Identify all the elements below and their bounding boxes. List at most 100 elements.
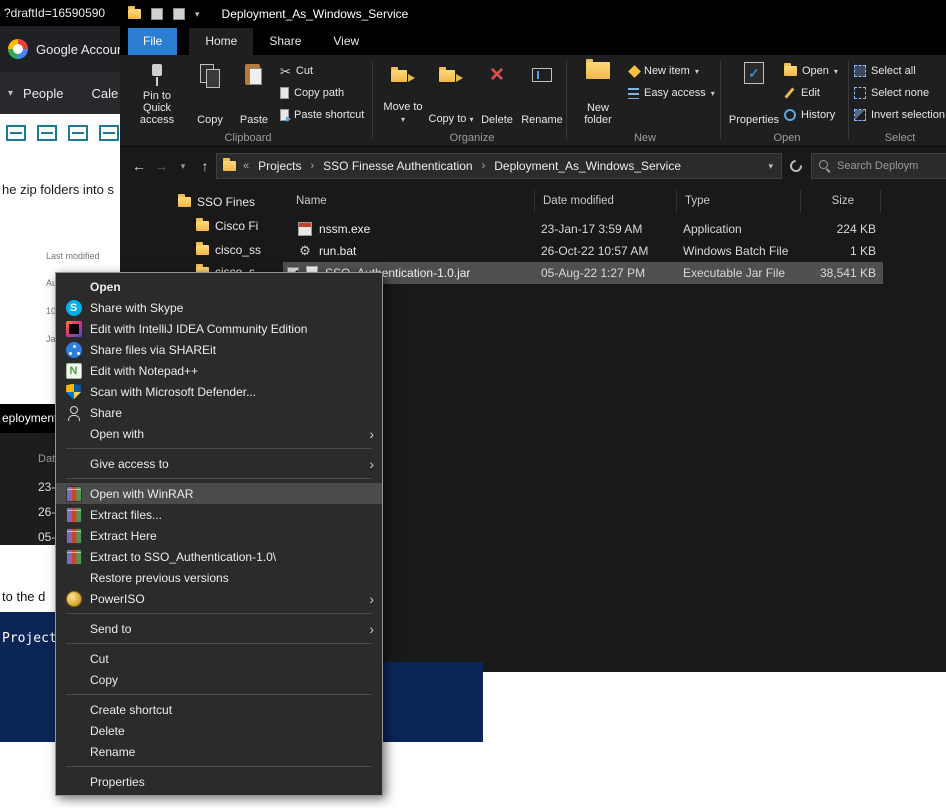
group-label-new: New [572,132,718,144]
forward-button[interactable]: → [150,158,172,174]
copy-path-button[interactable]: Copy path [280,83,344,103]
select-none-button[interactable]: Select none [854,83,929,103]
group-label-organize: Organize [380,132,564,144]
column-header-date-modified[interactable]: Date modified [535,190,677,213]
select-all-button[interactable]: Select all [854,61,916,81]
rename-button[interactable]: Rename [520,58,564,126]
chevron-down-icon: ▾ [0,88,23,99]
ribbon-group-clipboard: Pin to Quick access Copy Paste ✂ Cut Cop… [128,55,368,147]
align-icon[interactable] [37,125,57,141]
up-button[interactable]: ↑ [194,158,216,174]
new-item-button[interactable]: New item ▾ [628,61,699,81]
people-tab-row[interactable]: ▾ People Cale [0,72,120,114]
copy-path-icon [280,87,289,99]
dropdown-arrow-icon: ▾ [695,67,699,76]
defender-shield-icon [66,384,82,400]
menu-item-edit-with-notepadpp[interactable]: Edit with Notepad++ [56,360,382,381]
sidebar-item-cisco-ss[interactable]: cisco_ss [196,240,261,260]
recent-locations-button[interactable]: ▾ [172,161,194,172]
menu-item-extract-files[interactable]: Extract files... [56,504,382,525]
sidebar-item-cisco-finesse[interactable]: Cisco Fi [196,216,258,236]
menu-item-cut[interactable]: Cut [56,648,382,669]
menu-item-rename[interactable]: Rename [56,741,382,762]
history-button[interactable]: History [784,105,835,125]
menu-item-delete[interactable]: Delete [56,720,382,741]
tab-file[interactable]: File [128,28,177,55]
context-menu: Open Share with Skype Edit with IntelliJ… [55,272,383,796]
easy-access-button[interactable]: Easy access ▾ [628,83,715,103]
breadcrumb[interactable]: « Projects › SSO Finesse Authentication … [216,153,782,179]
menu-item-send-to[interactable]: Send to › [56,618,382,639]
menu-item-scan-with-defender[interactable]: Scan with Microsoft Defender... [56,381,382,402]
menu-item-share-files-via-shareit[interactable]: Share files via SHAREit [56,339,382,360]
menu-item-copy[interactable]: Copy [56,669,382,690]
back-button[interactable]: ← [128,158,150,174]
quick-access-newfolder-icon[interactable] [173,8,185,20]
menu-item-edit-with-intellij[interactable]: Edit with IntelliJ IDEA Community Editio… [56,318,382,339]
column-header-type[interactable]: Type [677,190,801,213]
title-bar[interactable]: ▾ Deployment_As_Windows_Service [120,0,946,28]
invert-selection-icon [854,109,866,121]
sidebar-item-sso-finesse[interactable]: SSO Fines [178,192,255,212]
paste-shortcut-button[interactable]: Paste shortcut [280,105,364,125]
delete-button[interactable]: × Delete [476,58,518,126]
ribbon-tabs: File Home Share View [120,28,946,55]
column-header-size[interactable]: Size [801,190,881,213]
pin-to-quick-access-button[interactable]: Pin to Quick access [128,58,186,126]
menu-item-restore-previous-versions[interactable]: Restore previous versions [56,567,382,588]
file-row-run-bat[interactable]: ⚙ run.bat 26-Oct-22 10:57 AM Windows Bat… [283,240,883,262]
menu-item-extract-to[interactable]: Extract to SSO_Authentication-1.0\ [56,546,382,567]
google-account-chip[interactable]: Google Account [0,26,120,72]
grid-icon[interactable] [68,125,88,141]
date-column-fragment: Dat [38,453,55,465]
shareit-icon [66,342,82,358]
menu-item-create-shortcut[interactable]: Create shortcut [56,699,382,720]
menu-item-properties[interactable]: Properties [56,771,382,792]
quick-access-customize-icon[interactable]: ▾ [195,9,200,20]
quick-access-properties-icon[interactable] [151,8,163,20]
menu-separator [66,766,372,767]
rename-icon [532,68,552,82]
tab-view[interactable]: View [317,28,375,55]
cut-button[interactable]: ✂ Cut [280,61,313,81]
tab-home[interactable]: Home [189,28,253,55]
browser-url-fragment: ?draftId=16590590 [0,0,120,26]
menu-item-poweriso[interactable]: PowerISO › [56,588,382,609]
new-folder-button[interactable]: New folder [572,58,624,126]
refresh-icon[interactable] [788,158,805,175]
menu-item-open-with-winrar[interactable]: Open with WinRAR [56,483,382,504]
properties-button[interactable]: Properties [728,58,780,126]
open-button[interactable]: Open ▾ [784,61,838,81]
dropdown-arrow-icon: ▾ [834,67,838,76]
move-to-button[interactable]: Move to ▾ [380,58,426,126]
menu-item-share[interactable]: Share [56,402,382,423]
group-label-open: Open [728,132,846,144]
address-dropdown-icon[interactable]: ▾ [768,161,775,172]
search-icon [819,160,831,172]
copy-to-button[interactable]: Copy to ▾ [428,58,474,126]
menu-item-open-with[interactable]: Open with › [56,423,382,444]
tab-share[interactable]: Share [253,28,317,55]
breadcrumb-deployment-as-windows-service[interactable]: Deployment_As_Windows_Service [492,159,683,173]
menu-item-share-with-skype[interactable]: Share with Skype [56,297,382,318]
collapsed-path-indicator[interactable]: « [236,160,256,172]
invert-selection-button[interactable]: Invert selection [854,105,945,125]
border-icon[interactable] [99,125,119,141]
breadcrumb-sso-finesse-authentication[interactable]: SSO Finesse Authentication [321,159,474,173]
skype-icon [66,300,82,316]
menu-item-give-access-to[interactable]: Give access to › [56,453,382,474]
file-row-nssm-exe[interactable]: nssm.exe 23-Jan-17 3:59 AM Application 2… [283,218,883,240]
column-header-name[interactable]: Name [283,190,535,213]
menu-item-extract-here[interactable]: Extract Here [56,525,382,546]
breadcrumb-projects[interactable]: Projects [256,159,303,173]
winrar-icon [66,549,82,565]
notepadpp-icon [66,363,82,379]
new-item-icon [628,65,641,78]
menu-item-open[interactable]: Open [56,276,382,297]
copy-button[interactable]: Copy [190,58,230,126]
group-label-clipboard: Clipboard [128,132,368,144]
paste-button[interactable]: Paste [232,58,276,126]
table-icon[interactable] [6,125,26,141]
search-input[interactable]: Search Deploym [811,153,946,179]
edit-button[interactable]: Edit [784,83,820,103]
